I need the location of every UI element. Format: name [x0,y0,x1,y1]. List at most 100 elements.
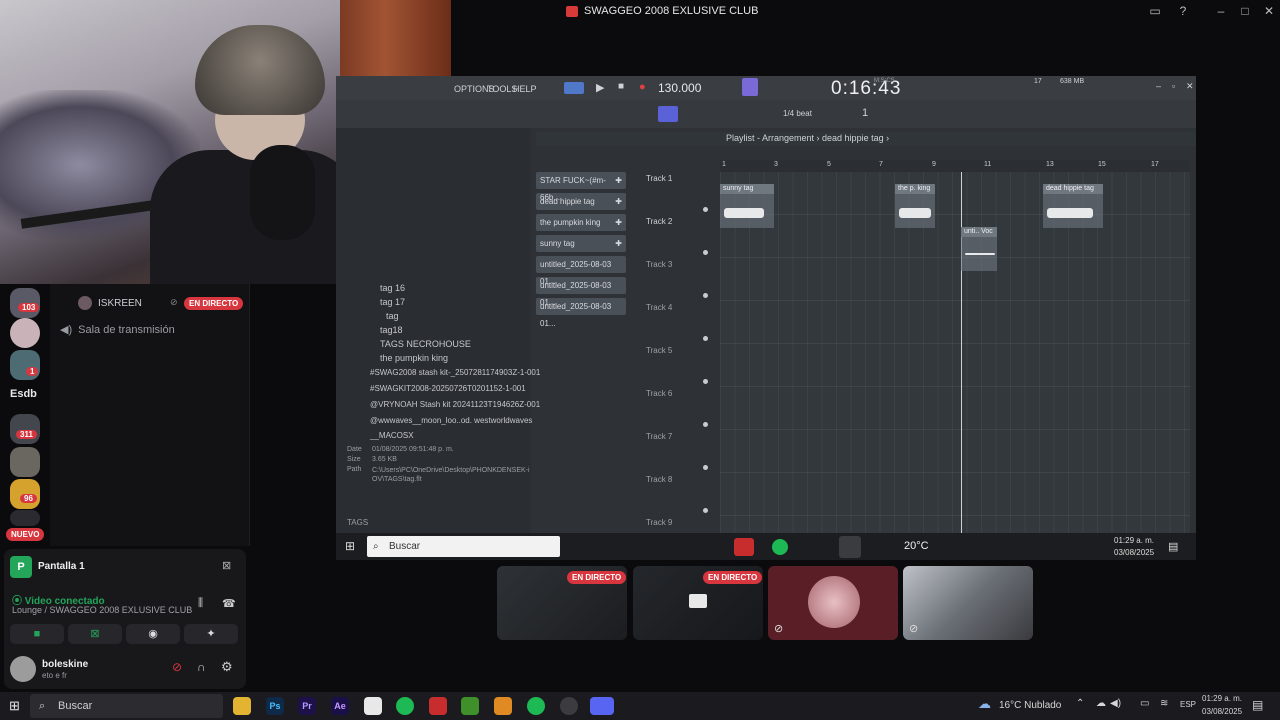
close-button[interactable]: ✕ [1262,4,1276,18]
track-label[interactable]: Track 6 [646,389,672,398]
headphones-icon[interactable]: ∩ [197,660,206,674]
browser-folder[interactable]: __MACOSX [370,431,414,440]
spotify-icon[interactable] [396,697,414,715]
picker-item[interactable]: sunny tag ✚ [536,235,626,252]
browser-folder[interactable]: @VRYNOAH Stash kit 20241123T194626Z-001 [370,400,540,409]
notification-icon[interactable]: ▤ [1252,698,1263,712]
stop-button[interactable]: ■ [618,81,624,92]
photoshop-icon[interactable]: Ps [266,697,284,715]
tempo-display[interactable]: 130.000 [658,81,701,95]
track-label[interactable]: Track 2 [646,217,672,226]
picker-item[interactable]: STAR FUCK~(#m-66b... ✚ [536,172,626,202]
premiere-icon[interactable]: Pr [298,697,316,715]
fl-restore[interactable]: ▫ [1172,81,1175,91]
track-label[interactable]: Track 1 [646,174,672,183]
metronome-toggle[interactable] [742,78,758,96]
server-text-icon[interactable]: Esdb [10,388,37,400]
disconnect-icon[interactable]: ☎ [222,597,236,610]
server-icon[interactable] [10,414,40,444]
track-label[interactable]: Track 7 [646,432,672,441]
track-mute-dot[interactable] [703,422,708,427]
browser-item[interactable]: tag 17 [380,297,405,307]
shared-screen-fl-studio[interactable]: OPTIONS TOOLS HELP ▶ ■ ● 130.000 0:16:43… [336,76,1196,560]
stream-thumbnail[interactable]: EN DIRECTO [497,566,627,640]
screen-share-label[interactable]: Pantalla 1 [38,561,85,572]
weather-cloud-icon[interactable]: ☁ [978,696,991,712]
track-label[interactable]: Track 5 [646,346,672,355]
participant-tile[interactable]: ⊘ [903,566,1033,640]
audio-clip[interactable]: dead hippie tag [1043,184,1103,228]
server-icon[interactable] [10,447,40,477]
taskbar-weather[interactable]: 16°C Nublado [999,700,1061,711]
track-mute-dot[interactable] [703,250,708,255]
language-indicator[interactable]: ESP [1180,700,1196,709]
track-label[interactable]: Track 4 [646,303,672,312]
windows-start-icon[interactable]: ⊞ [345,539,355,553]
username[interactable]: boleskine [42,659,88,670]
track-mute-dot[interactable] [703,465,708,470]
spotify-icon[interactable] [527,697,545,715]
stream-thumbnail[interactable]: EN DIRECTO [633,566,763,640]
obs-icon[interactable] [560,697,578,715]
fl-close[interactable]: ✕ [1186,81,1194,92]
server-icon[interactable] [10,318,40,348]
app-icon[interactable] [429,697,447,715]
playlist-breadcrumb[interactable]: Playlist - Arrangement › dead hippie tag… [726,133,889,143]
menu-help[interactable]: HELP [513,84,537,94]
cloud-tray-icon[interactable]: ☁ [1096,698,1106,709]
track-mute-dot[interactable] [703,379,708,384]
browser-item[interactable]: the pumpkin king [380,353,448,363]
browser-folder[interactable]: #SWAGKIT2008-20250726T0201152-1-001 [370,384,526,393]
picker-item[interactable]: untitled_2025-08-03 01... [536,277,626,307]
stage-channel[interactable]: ◀) Sala de transmisión [60,323,175,337]
participant-tile[interactable]: ⊘ [768,566,898,640]
track-mute-dot[interactable] [703,336,708,341]
inbox-icon[interactable]: ▭ [1148,4,1162,18]
windows-start-icon[interactable]: ⊞ [9,698,20,714]
snap-selector[interactable]: 1/4 beat [783,109,812,118]
picker-item[interactable]: dead hippie tag ✚ [536,193,626,210]
file-explorer-icon[interactable] [233,697,251,715]
user-avatar[interactable] [10,656,36,682]
wifi-icon[interactable]: ≋ [1160,698,1168,709]
spotify-icon[interactable] [772,539,788,555]
discord-icon[interactable] [590,697,614,715]
document-icon[interactable] [364,697,382,715]
timeline-ruler[interactable]: 1 3 5 7 9 11 13 15 17 [720,160,1190,172]
voice-location[interactable]: Lounge / SWAGGEO 2008 EXLUSIVE CLUB [12,605,192,615]
picker-item[interactable]: the pumpkin king ✚ [536,214,626,231]
maximize-button[interactable]: □ [1238,4,1252,18]
track-mute-dot[interactable] [703,293,708,298]
playlist-button[interactable] [658,106,678,122]
taskbar-search[interactable]: ⌕ Buscar [30,694,223,718]
browser-folder[interactable]: @wwwaves__moon_loo..od. westworldwaves [370,416,532,425]
close-share-icon[interactable]: ⊠ [222,559,231,572]
mute-mic-icon[interactable]: ⊘ [172,660,182,674]
pattern-selector[interactable]: 1 [862,107,868,119]
noise-suppression-icon[interactable]: ⫼ [198,597,203,610]
remote-clock-date[interactable]: 03/08/2025 [1114,548,1154,557]
app-icon[interactable] [734,538,754,556]
track-label[interactable]: Track 3 [646,260,672,269]
volume-icon[interactable]: ◀) [1110,698,1121,709]
track-mute-dot[interactable] [703,508,708,513]
notification-icon[interactable]: ▤ [1168,540,1178,553]
picker-item[interactable]: untitled_2025-08-03 01... [536,298,626,328]
settings-gear-icon[interactable]: ⚙ [221,659,233,675]
browser-item[interactable]: tag18 [380,325,403,335]
track-label[interactable]: Track 8 [646,475,672,484]
picker-item[interactable]: untitled_2025-08-03 01... [536,256,626,286]
play-button[interactable]: ▶ [596,81,604,94]
record-button[interactable]: ● [639,81,646,93]
network-icon[interactable]: ▭ [1140,698,1149,709]
help-icon[interactable]: ? [1176,4,1190,18]
activity-button[interactable]: ◉ [126,624,180,644]
clock-date[interactable]: 03/08/2025 [1202,707,1242,716]
playlist-grid[interactable] [720,172,1190,550]
song-mode-toggle[interactable] [564,82,584,94]
browser-item[interactable]: tag [386,311,399,321]
after-effects-icon[interactable]: Ae [331,697,349,715]
fl-studio-icon[interactable] [494,697,512,715]
audio-clip[interactable]: unti.. Voc [961,227,997,271]
clock-time[interactable]: 01:29 a. m. [1202,694,1242,703]
